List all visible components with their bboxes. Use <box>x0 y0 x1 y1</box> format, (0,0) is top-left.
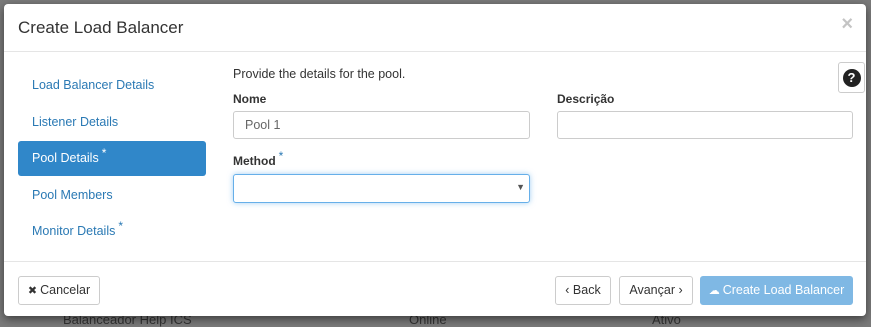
modal-header: Create Load Balancer × <box>4 4 866 52</box>
next-label: Avançar › <box>629 283 683 297</box>
back-label: ‹ Back <box>565 283 601 297</box>
modal-title: Create Load Balancer <box>18 18 184 37</box>
create-load-balancer-modal: Create Load Balancer × Load Balancer Det… <box>4 4 866 316</box>
nav-item-pool-details[interactable]: Pool Details * <box>18 141 206 176</box>
pool-intro-text: Provide the details for the pool. <box>233 67 406 81</box>
description-label: Descrição <box>557 92 615 106</box>
nav-item-monitor-details[interactable]: Monitor Details * <box>18 214 206 249</box>
nav-item-listener-details[interactable]: Listener Details <box>18 105 206 140</box>
required-marker: * <box>278 149 284 163</box>
name-input[interactable] <box>233 111 530 139</box>
method-select[interactable]: ▼ <box>233 174 530 203</box>
modal-footer: ✖ Cancelar ‹ Back Avançar › ☁ Create Load … <box>4 261 866 317</box>
description-input[interactable] <box>557 111 853 139</box>
nav-item-label: Pool Details <box>32 151 99 165</box>
nav-item-label: Pool Members <box>32 187 113 202</box>
question-circle-icon: ? <box>842 68 861 87</box>
help-button[interactable]: ? <box>838 62 865 93</box>
cancel-button[interactable]: ✖ Cancelar <box>18 276 100 305</box>
back-button[interactable]: ‹ Back <box>555 276 611 305</box>
required-marker: * <box>101 146 107 160</box>
required-marker: * <box>118 219 124 233</box>
create-load-balancer-button[interactable]: ☁ Create Load Balancer <box>700 276 853 305</box>
workflow-nav: Load Balancer Details Listener Details P… <box>18 68 206 251</box>
close-icon[interactable]: × <box>841 14 853 34</box>
nav-item-load-balancer-details[interactable]: Load Balancer Details <box>18 68 206 103</box>
create-label: Create Load Balancer <box>722 283 845 297</box>
nav-item-label: Load Balancer Details <box>32 78 155 92</box>
nav-item-label: Monitor Details <box>32 224 116 238</box>
nav-item-label: Listener Details <box>32 114 119 129</box>
next-button[interactable]: Avançar › <box>619 276 693 305</box>
cloud-upload-icon: ☁ <box>708 285 720 297</box>
close-icon: ✖ <box>27 285 38 297</box>
name-label: Nome <box>233 92 267 106</box>
cancel-label: Cancelar <box>40 283 91 297</box>
method-label: Method * <box>233 149 283 168</box>
chevron-down-icon: ▼ <box>516 182 525 192</box>
nav-item-pool-members[interactable]: Pool Members <box>18 178 206 213</box>
method-label-text: Method <box>233 154 276 168</box>
